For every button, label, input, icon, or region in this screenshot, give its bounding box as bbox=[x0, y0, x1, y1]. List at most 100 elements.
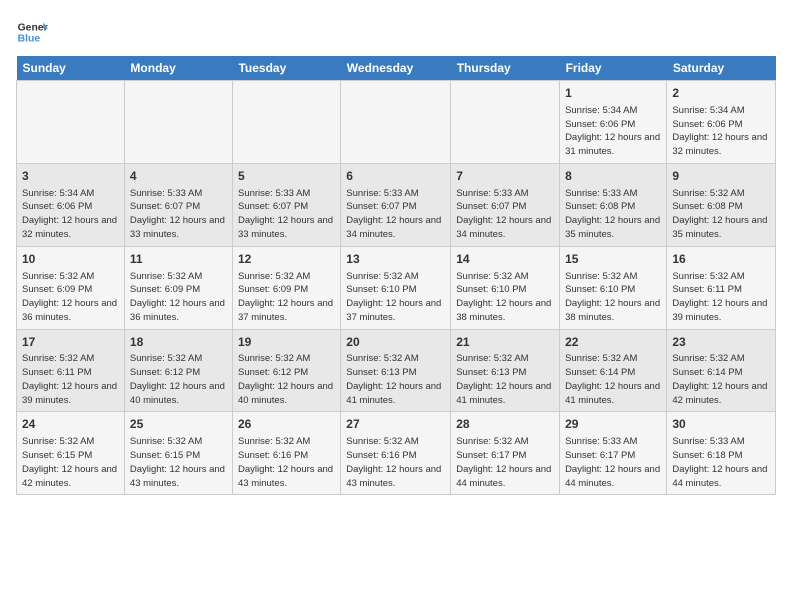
calendar-cell: 6 Sunrise: 5:33 AM Sunset: 6:07 PM Daylig… bbox=[341, 163, 451, 246]
calendar-cell: 23Sunrise: 5:32 AM Sunset: 6:14 PM Dayli… bbox=[667, 329, 776, 412]
day-number: 4 bbox=[130, 168, 227, 185]
calendar-cell: 26 Sunrise: 5:32 AM Sunset: 6:16 PM Dayli… bbox=[232, 412, 340, 495]
calendar-cell: 20Sunrise: 5:32 AM Sunset: 6:13 PM Dayli… bbox=[341, 329, 451, 412]
day-number: 13 bbox=[346, 251, 445, 268]
day-number: 9 bbox=[672, 168, 770, 185]
day-number: 5 bbox=[238, 168, 335, 185]
day-info: Sunrise: 5:33 AM Sunset: 6:08 PM Dayligh… bbox=[565, 187, 661, 242]
day-number: 3 bbox=[22, 168, 119, 185]
day-header-wednesday: Wednesday bbox=[341, 56, 451, 81]
day-info: Sunrise: 5:34 AM Sunset: 6:06 PM Dayligh… bbox=[672, 104, 770, 159]
calendar-cell: 2 Sunrise: 5:34 AM Sunset: 6:06 PM Daylig… bbox=[667, 81, 776, 164]
day-info: Sunrise: 5:33 AM Sunset: 6:07 PM Dayligh… bbox=[346, 187, 445, 242]
day-info: Sunrise: 5:32 AM Sunset: 6:16 PM Dayligh… bbox=[238, 435, 335, 490]
day-info: Sunrise: 5:34 AM Sunset: 6:06 PM Dayligh… bbox=[565, 104, 661, 159]
day-number: 21 bbox=[456, 334, 554, 351]
day-number: 17 bbox=[22, 334, 119, 351]
day-info: Sunrise: 5:32 AM Sunset: 6:11 PM Dayligh… bbox=[22, 352, 119, 407]
day-number: 11 bbox=[130, 251, 227, 268]
calendar-cell: 3 Sunrise: 5:34 AM Sunset: 6:06 PM Daylig… bbox=[17, 163, 125, 246]
day-number: 22 bbox=[565, 334, 661, 351]
calendar-cell: 18Sunrise: 5:32 AM Sunset: 6:12 PM Dayli… bbox=[124, 329, 232, 412]
day-info: Sunrise: 5:32 AM Sunset: 6:16 PM Dayligh… bbox=[346, 435, 445, 490]
day-info: Sunrise: 5:32 AM Sunset: 6:15 PM Dayligh… bbox=[22, 435, 119, 490]
day-info: Sunrise: 5:32 AM Sunset: 6:15 PM Dayligh… bbox=[130, 435, 227, 490]
logo: General Blue bbox=[16, 16, 48, 48]
day-info: Sunrise: 5:32 AM Sunset: 6:14 PM Dayligh… bbox=[565, 352, 661, 407]
day-info: Sunrise: 5:34 AM Sunset: 6:06 PM Dayligh… bbox=[22, 187, 119, 242]
day-info: Sunrise: 5:32 AM Sunset: 6:10 PM Dayligh… bbox=[456, 270, 554, 325]
calendar-cell bbox=[232, 81, 340, 164]
day-number: 20 bbox=[346, 334, 445, 351]
day-info: Sunrise: 5:32 AM Sunset: 6:12 PM Dayligh… bbox=[130, 352, 227, 407]
day-header-tuesday: Tuesday bbox=[232, 56, 340, 81]
calendar-cell: 10 Sunrise: 5:32 AM Sunset: 6:09 PM Dayli… bbox=[17, 246, 125, 329]
header: General Blue bbox=[16, 16, 776, 48]
calendar-cell bbox=[124, 81, 232, 164]
week-row-5: 24 Sunrise: 5:32 AM Sunset: 6:15 PM Dayli… bbox=[17, 412, 776, 495]
calendar-cell bbox=[451, 81, 560, 164]
calendar-table: SundayMondayTuesdayWednesdayThursdayFrid… bbox=[16, 56, 776, 495]
day-number: 25 bbox=[130, 416, 227, 433]
calendar-cell: 4Sunrise: 5:33 AM Sunset: 6:07 PM Daylig… bbox=[124, 163, 232, 246]
day-header-sunday: Sunday bbox=[17, 56, 125, 81]
day-info: Sunrise: 5:32 AM Sunset: 6:10 PM Dayligh… bbox=[346, 270, 445, 325]
day-info: Sunrise: 5:33 AM Sunset: 6:17 PM Dayligh… bbox=[565, 435, 661, 490]
day-info: Sunrise: 5:33 AM Sunset: 6:07 PM Dayligh… bbox=[238, 187, 335, 242]
calendar-cell: 16Sunrise: 5:32 AM Sunset: 6:11 PM Dayli… bbox=[667, 246, 776, 329]
day-number: 27 bbox=[346, 416, 445, 433]
day-number: 18 bbox=[130, 334, 227, 351]
week-row-2: 3 Sunrise: 5:34 AM Sunset: 6:06 PM Daylig… bbox=[17, 163, 776, 246]
day-number: 19 bbox=[238, 334, 335, 351]
day-number: 16 bbox=[672, 251, 770, 268]
day-header-friday: Friday bbox=[560, 56, 667, 81]
calendar-cell: 11 Sunrise: 5:32 AM Sunset: 6:09 PM Dayli… bbox=[124, 246, 232, 329]
day-info: Sunrise: 5:32 AM Sunset: 6:13 PM Dayligh… bbox=[346, 352, 445, 407]
day-info: Sunrise: 5:32 AM Sunset: 6:13 PM Dayligh… bbox=[456, 352, 554, 407]
day-info: Sunrise: 5:32 AM Sunset: 6:09 PM Dayligh… bbox=[130, 270, 227, 325]
calendar-cell: 13 Sunrise: 5:32 AM Sunset: 6:10 PM Dayli… bbox=[341, 246, 451, 329]
calendar-cell: 9Sunrise: 5:32 AM Sunset: 6:08 PM Daylig… bbox=[667, 163, 776, 246]
day-number: 6 bbox=[346, 168, 445, 185]
logo-icon: General Blue bbox=[16, 16, 48, 48]
day-number: 12 bbox=[238, 251, 335, 268]
day-number: 1 bbox=[565, 85, 661, 102]
day-info: Sunrise: 5:32 AM Sunset: 6:09 PM Dayligh… bbox=[238, 270, 335, 325]
day-number: 14 bbox=[456, 251, 554, 268]
day-number: 24 bbox=[22, 416, 119, 433]
day-info: Sunrise: 5:32 AM Sunset: 6:09 PM Dayligh… bbox=[22, 270, 119, 325]
day-info: Sunrise: 5:33 AM Sunset: 6:18 PM Dayligh… bbox=[672, 435, 770, 490]
day-info: Sunrise: 5:33 AM Sunset: 6:07 PM Dayligh… bbox=[456, 187, 554, 242]
day-number: 10 bbox=[22, 251, 119, 268]
day-header-monday: Monday bbox=[124, 56, 232, 81]
day-number: 28 bbox=[456, 416, 554, 433]
calendar-cell: 15 Sunrise: 5:32 AM Sunset: 6:10 PM Dayli… bbox=[560, 246, 667, 329]
svg-text:Blue: Blue bbox=[18, 34, 41, 45]
day-number: 2 bbox=[672, 85, 770, 102]
day-info: Sunrise: 5:32 AM Sunset: 6:12 PM Dayligh… bbox=[238, 352, 335, 407]
day-number: 15 bbox=[565, 251, 661, 268]
week-row-4: 17Sunrise: 5:32 AM Sunset: 6:11 PM Dayli… bbox=[17, 329, 776, 412]
calendar-cell: 7 Sunrise: 5:33 AM Sunset: 6:07 PM Daylig… bbox=[451, 163, 560, 246]
calendar-cell: 29Sunrise: 5:33 AM Sunset: 6:17 PM Dayli… bbox=[560, 412, 667, 495]
calendar-cell: 25 Sunrise: 5:32 AM Sunset: 6:15 PM Dayli… bbox=[124, 412, 232, 495]
day-header-saturday: Saturday bbox=[667, 56, 776, 81]
day-number: 23 bbox=[672, 334, 770, 351]
day-number: 30 bbox=[672, 416, 770, 433]
calendar-cell: 22Sunrise: 5:32 AM Sunset: 6:14 PM Dayli… bbox=[560, 329, 667, 412]
calendar-cell: 30 Sunrise: 5:33 AM Sunset: 6:18 PM Dayli… bbox=[667, 412, 776, 495]
day-number: 8 bbox=[565, 168, 661, 185]
day-number: 26 bbox=[238, 416, 335, 433]
calendar-cell: 14 Sunrise: 5:32 AM Sunset: 6:10 PM Dayli… bbox=[451, 246, 560, 329]
week-row-3: 10 Sunrise: 5:32 AM Sunset: 6:09 PM Dayli… bbox=[17, 246, 776, 329]
calendar-cell bbox=[341, 81, 451, 164]
day-info: Sunrise: 5:32 AM Sunset: 6:14 PM Dayligh… bbox=[672, 352, 770, 407]
calendar-cell: 19Sunrise: 5:32 AM Sunset: 6:12 PM Dayli… bbox=[232, 329, 340, 412]
calendar-cell: 1 Sunrise: 5:34 AM Sunset: 6:06 PM Daylig… bbox=[560, 81, 667, 164]
day-info: Sunrise: 5:32 AM Sunset: 6:10 PM Dayligh… bbox=[565, 270, 661, 325]
week-row-1: 1 Sunrise: 5:34 AM Sunset: 6:06 PM Daylig… bbox=[17, 81, 776, 164]
calendar-cell: 21Sunrise: 5:32 AM Sunset: 6:13 PM Dayli… bbox=[451, 329, 560, 412]
calendar-cell: 24 Sunrise: 5:32 AM Sunset: 6:15 PM Dayli… bbox=[17, 412, 125, 495]
day-number: 7 bbox=[456, 168, 554, 185]
days-header-row: SundayMondayTuesdayWednesdayThursdayFrid… bbox=[17, 56, 776, 81]
